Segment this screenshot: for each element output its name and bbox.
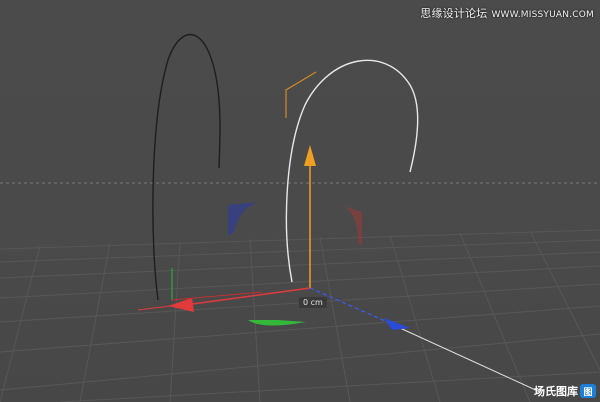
logo-mark-icon: 图	[580, 384, 596, 398]
x-rotation-quadrant	[340, 205, 362, 246]
dimension-readout: 0 cm	[299, 297, 327, 308]
x-axis-arrow[interactable]	[168, 298, 194, 312]
y-axis-arrow[interactable]	[304, 145, 316, 166]
3d-viewport[interactable]: 思缘设计论坛 WWW.MISSYUAN.COM 0 cm 场氏图库 图	[0, 0, 600, 402]
watermark-title: 思缘设计论坛	[420, 7, 488, 20]
x-axis-tail	[137, 305, 171, 311]
floor-grid	[0, 229, 600, 402]
watermark-site: WWW.MISSYUAN.COM	[491, 10, 594, 20]
watermark: 思缘设计论坛 WWW.MISSYUAN.COM	[420, 5, 594, 21]
logo: 场氏图库 图	[534, 383, 596, 399]
logo-text: 场氏图库	[534, 385, 578, 398]
viewport-canvas[interactable]	[0, 0, 600, 402]
z-rotation-quadrant	[228, 202, 260, 236]
z-axis-arrow[interactable]	[384, 318, 410, 330]
spline-unselected[interactable]	[152, 33, 221, 301]
y-rotation-quadrant	[248, 320, 306, 326]
x-axis-line	[184, 287, 311, 306]
